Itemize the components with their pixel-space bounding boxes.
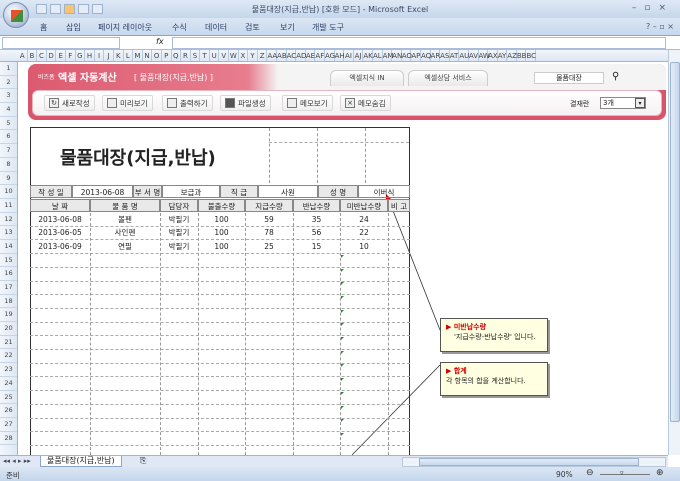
table-cell[interactable]: 100 <box>198 213 245 226</box>
column-title: 반납수량 <box>293 199 340 212</box>
formula-indicator-icon <box>341 254 344 258</box>
row-line <box>30 280 410 282</box>
status-ready: 준비 <box>6 471 20 480</box>
dept-value[interactable]: 보급과 <box>162 185 220 199</box>
table-cell[interactable]: 24 <box>340 213 388 226</box>
table-cell[interactable]: 박필기 <box>160 226 198 239</box>
row-line <box>30 335 410 337</box>
table-cell[interactable]: 56 <box>293 226 340 239</box>
formula-indicator-icon <box>341 350 344 354</box>
zoom-thumb[interactable]: ▿ <box>620 469 624 477</box>
table-cell[interactable]: 박필기 <box>160 213 198 226</box>
formula-indicator-icon <box>341 268 344 272</box>
table-cell[interactable] <box>388 226 410 239</box>
row-line <box>30 376 410 378</box>
formula-indicator-icon <box>341 295 344 299</box>
row-line <box>30 349 410 350</box>
column-line <box>245 212 246 455</box>
column-title: 미반납수량 <box>340 199 388 212</box>
column-title: 물 품 명 <box>90 199 160 212</box>
table-cell[interactable]: 사인펜 <box>90 226 160 239</box>
formula-indicator-icon <box>341 432 344 436</box>
table-cell[interactable]: 2013-06-05 <box>30 226 90 239</box>
formula-indicator-icon <box>341 364 344 368</box>
row-line <box>30 294 410 296</box>
table-cell[interactable] <box>388 240 410 253</box>
row-line <box>30 390 410 392</box>
sheet-tab-bar: ◂◂ ◂ ▸ ▸▸ 물품대장(지급,반납) ⎘ <box>0 455 668 467</box>
sheet-nav-arrows[interactable]: ◂◂ ◂ ▸ ▸▸ <box>3 457 31 465</box>
table-cell[interactable]: 59 <box>245 213 293 226</box>
column-line <box>340 212 341 455</box>
table-cell[interactable]: 78 <box>245 226 293 239</box>
dept-label[interactable]: 부 서 명 <box>133 185 162 199</box>
zoom-in-icon[interactable]: ⊕ <box>656 468 664 478</box>
formula-indicator-icon <box>341 309 344 313</box>
column-title: 비 고 <box>388 199 410 212</box>
row-line <box>30 253 410 255</box>
formula-indicator-icon <box>341 378 344 382</box>
formula-indicator-icon <box>341 419 344 423</box>
rank-label[interactable]: 직 급 <box>220 185 258 199</box>
column-title: 담당자 <box>160 199 198 212</box>
table-cell[interactable]: 연필 <box>90 240 160 253</box>
date-label[interactable]: 작 성 일 <box>30 185 72 199</box>
row-line <box>30 266 410 268</box>
rank-value[interactable]: 사원 <box>258 185 318 199</box>
column-line <box>198 212 199 455</box>
row-line <box>30 321 410 323</box>
table-cell[interactable]: 10 <box>340 240 388 253</box>
row-line <box>30 307 410 309</box>
formula-indicator-icon <box>341 282 344 286</box>
column-title: 날 짜 <box>30 199 90 212</box>
office-button[interactable] <box>3 2 29 28</box>
table-cell[interactable]: 볼펜 <box>90 213 160 226</box>
row-line <box>30 431 410 433</box>
column-line <box>293 212 294 455</box>
zoom-out-icon[interactable]: ⊖ <box>586 468 594 478</box>
table-cell[interactable]: 15 <box>293 240 340 253</box>
table-cell[interactable]: 100 <box>198 240 245 253</box>
table-cell[interactable]: 25 <box>245 240 293 253</box>
row-line <box>30 403 410 405</box>
status-bar: 준비 90% ⊖ ▿ ⊕ <box>0 467 680 481</box>
table-cell[interactable]: 35 <box>293 213 340 226</box>
table-cell[interactable]: 100 <box>198 226 245 239</box>
column-title: 불출수량 <box>198 199 245 212</box>
insert-sheet-icon[interactable]: ⎘ <box>140 456 146 466</box>
column-line <box>90 212 91 455</box>
row-line <box>30 362 410 364</box>
sheet-tab[interactable]: 물품대장(지급,반납) <box>40 456 122 467</box>
column-title: 지급수량 <box>245 199 293 212</box>
zoom-level: 90% <box>556 470 573 479</box>
name-label[interactable]: 성 명 <box>318 185 358 199</box>
table-cell[interactable]: 22 <box>340 226 388 239</box>
column-line <box>160 212 161 455</box>
table-cell[interactable]: 2013-06-08 <box>30 213 90 226</box>
office-logo-icon <box>11 10 23 22</box>
table-cell[interactable]: 2013-06-09 <box>30 240 90 253</box>
formula-indicator-icon <box>341 405 344 409</box>
table-cell[interactable]: 박필기 <box>160 240 198 253</box>
formula-indicator-icon <box>341 391 344 395</box>
table-cell[interactable] <box>388 213 410 226</box>
date-value[interactable]: 2013-06-08 <box>72 185 133 199</box>
row-line <box>30 444 410 446</box>
formula-indicator-icon <box>341 337 344 340</box>
zoom-slider[interactable] <box>600 474 650 475</box>
horizontal-scrollbar[interactable] <box>402 457 666 467</box>
column-line <box>388 212 389 455</box>
formula-indicator-icon <box>341 323 344 327</box>
row-line <box>30 417 410 419</box>
name-value[interactable]: 이버식 <box>358 185 410 199</box>
